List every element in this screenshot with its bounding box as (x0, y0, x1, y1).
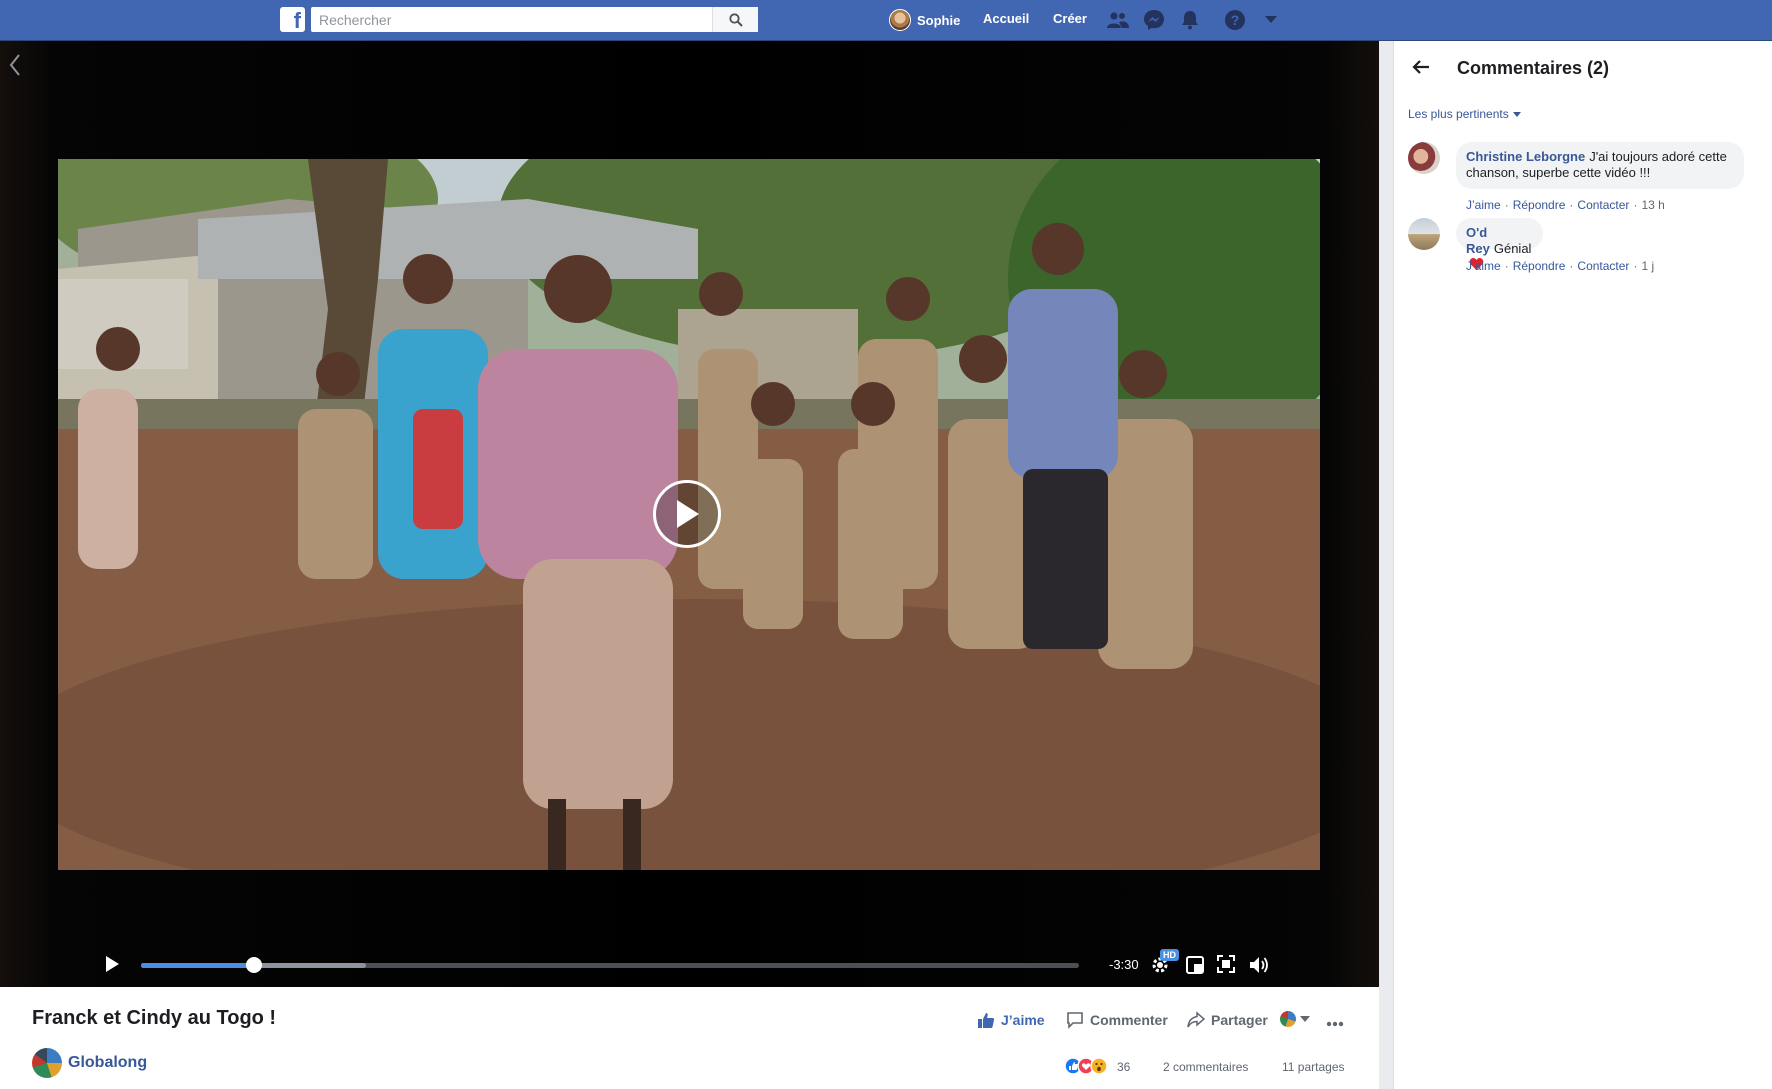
video-controls: -3:30 HD (0, 941, 1379, 987)
comment-reply-link[interactable]: Répondre (1513, 198, 1566, 212)
comment-bubble: O'd Rey Génial (1456, 218, 1544, 270)
back-arrow-icon[interactable] (8, 53, 22, 82)
search-input[interactable] (311, 7, 758, 32)
share-button[interactable]: Partager (1187, 1011, 1268, 1029)
comment-bubble: Christine Leborgne J'ai toujours adoré ce… (1456, 142, 1744, 189)
back-button[interactable] (1412, 59, 1430, 80)
thumbs-up-icon (978, 1013, 995, 1028)
page-name-link[interactable]: Globalong (68, 1054, 147, 1072)
comment-label: Commenter (1090, 1012, 1168, 1028)
comment-contact-link[interactable]: Contacter (1577, 198, 1629, 212)
friends-icon[interactable] (1106, 8, 1130, 32)
avatar[interactable] (1408, 218, 1440, 250)
comment-author-link[interactable]: O'd Rey (1466, 225, 1490, 256)
sort-label: Les plus pertinents (1408, 107, 1509, 121)
fullscreen-icon[interactable] (1217, 955, 1235, 978)
svg-text:?: ? (1231, 12, 1240, 28)
comment-reply-link[interactable]: Répondre (1513, 259, 1566, 273)
like-button[interactable]: J’aime (977, 1011, 1045, 1029)
play-icon (677, 500, 699, 528)
avatar (1280, 1011, 1296, 1027)
caret-down-icon (1512, 111, 1521, 117)
hd-badge: HD (1160, 949, 1179, 961)
comment-icon (1067, 1012, 1083, 1029)
top-navigation-bar: f Sophie Accueil Créer (0, 0, 1772, 41)
volume-icon[interactable] (1248, 955, 1270, 980)
play-icon (106, 956, 119, 972)
comments-title: Commentaires (2) (1457, 58, 1610, 78)
shares-count-link[interactable]: 11 partages (1282, 1060, 1345, 1074)
more-options-icon[interactable] (1326, 1014, 1344, 1032)
post-title: Franck et Cindy au Togo ! (32, 1007, 277, 1029)
play-overlay-button[interactable] (653, 480, 721, 548)
comment-timestamp[interactable]: 13 h (1641, 198, 1664, 212)
avatar[interactable] (1408, 142, 1440, 174)
chevron-down-icon (1300, 1016, 1310, 1022)
audience-selector[interactable] (1280, 1011, 1310, 1027)
picture-in-picture-icon[interactable] (1185, 955, 1205, 980)
create-link[interactable]: Créer (1053, 11, 1087, 26)
arrow-left-icon (1412, 60, 1429, 74)
profile-link[interactable]: Sophie (889, 8, 960, 32)
search-icon (728, 12, 743, 27)
notifications-icon[interactable] (1178, 8, 1202, 32)
comment-contact-link[interactable]: Contacter (1577, 259, 1629, 273)
comment-text: Génial (1493, 241, 1532, 256)
comments-panel: Commentaires (2) Les plus pertinents Chr… (1393, 41, 1772, 1089)
comments-sort-dropdown[interactable]: Les plus pertinents (1408, 107, 1521, 121)
comment-like-link[interactable]: J’aime (1466, 259, 1501, 273)
user-name: Sophie (917, 12, 961, 28)
comments-count-link[interactable]: 2 commentaires (1163, 1060, 1248, 1074)
post-info-bar: Franck et Cindy au Togo ! Globalong J’ai… (0, 987, 1379, 1089)
search-button[interactable] (712, 7, 758, 32)
progress-scrubber-handle[interactable] (246, 957, 262, 973)
messenger-icon[interactable] (1142, 8, 1166, 32)
reactions-icons[interactable] (1064, 1057, 1108, 1075)
comment-like-link[interactable]: J’aime (1466, 198, 1501, 212)
progress-played (141, 963, 254, 968)
facebook-logo[interactable]: f (280, 7, 305, 32)
comment-actions: J’aime · Répondre · Contacter · 1 j (1466, 259, 1655, 273)
video-player: -3:30 HD (0, 41, 1379, 987)
help-icon[interactable]: ? (1223, 8, 1247, 32)
like-label: J’aime (1001, 1012, 1045, 1028)
share-label: Partager (1211, 1012, 1268, 1028)
comment-author-link[interactable]: Christine Leborgne (1466, 149, 1585, 164)
home-link[interactable]: Accueil (983, 11, 1029, 26)
page-avatar[interactable] (32, 1048, 62, 1078)
comment-actions: J’aime · Répondre · Contacter · 13 h (1466, 198, 1665, 212)
play-button[interactable] (104, 955, 120, 978)
comment-button[interactable]: Commenter (1066, 1011, 1168, 1029)
share-icon (1187, 1011, 1205, 1028)
reactions-count[interactable]: 36 (1117, 1060, 1130, 1074)
account-menu-icon[interactable] (1259, 8, 1283, 32)
avatar (889, 9, 911, 31)
remaining-time: -3:30 (1109, 957, 1139, 972)
comment-timestamp[interactable]: 1 j (1641, 259, 1654, 273)
